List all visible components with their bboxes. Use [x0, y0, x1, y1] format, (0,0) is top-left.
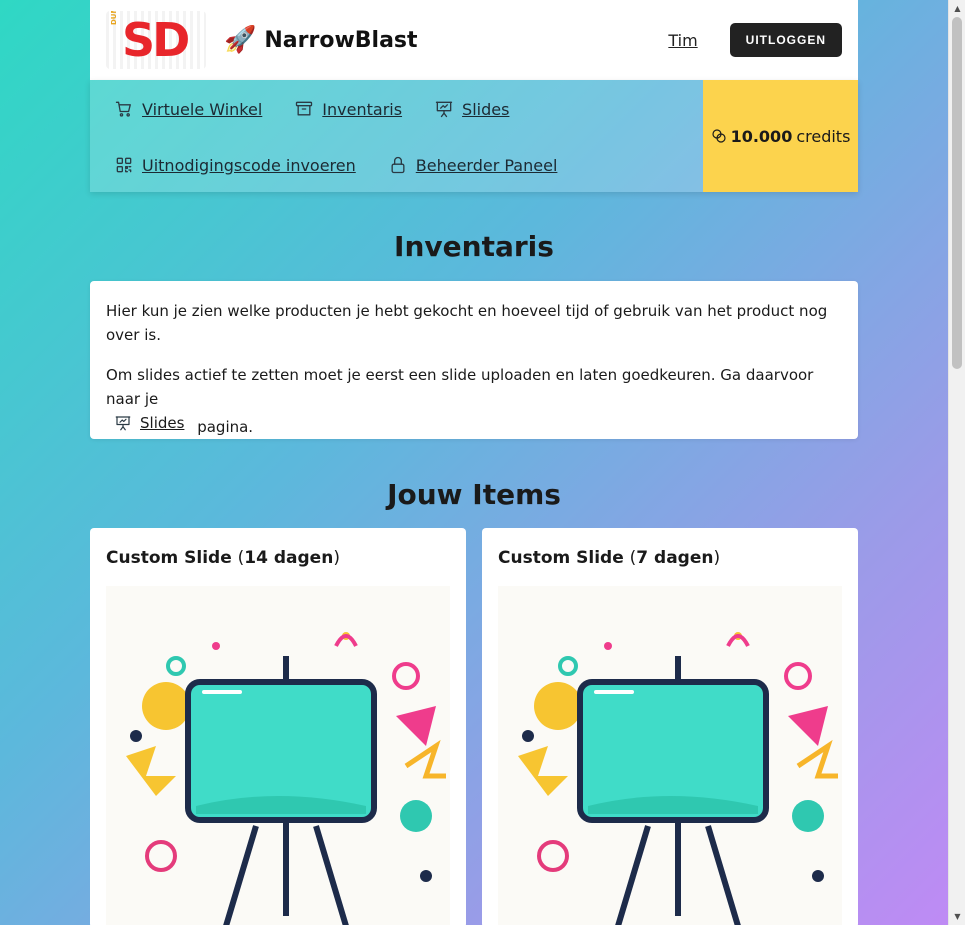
nav-item-slides[interactable]: Slides	[434, 90, 509, 128]
scrollbar-thumb[interactable]	[952, 17, 962, 369]
nav-item-label: Slides	[462, 99, 510, 119]
logo-small-text: DUMO	[110, 11, 118, 25]
sd-logo[interactable]: DUMO SD	[106, 11, 206, 69]
item-title: Custom Slide (7 dagen)	[498, 548, 842, 568]
nav-item-uitnodigingscode[interactable]: Uitnodigingscode invoeren	[114, 146, 356, 184]
easel-illustration	[518, 632, 838, 925]
nav-item-beheerder-paneel[interactable]: Beheerder Paneel	[388, 146, 558, 184]
nav-item-virtuele-winkel[interactable]: Virtuele Winkel	[114, 90, 262, 128]
credits-amount: 10.000	[730, 126, 793, 146]
item-duration: 14 dagen	[244, 548, 334, 568]
item-card[interactable]: Custom Slide (7 dagen)	[482, 528, 858, 925]
slides-link[interactable]: Slides	[114, 411, 184, 435]
presentation-icon	[115, 416, 131, 431]
scroll-up-icon[interactable]: ▲	[949, 0, 965, 17]
nav-item-label: Uitnodigingscode invoeren	[142, 155, 356, 175]
nav-item-label: Inventaris	[322, 99, 403, 119]
intro-text-2-before: Om slides actief te zetten moet je eerst…	[106, 366, 814, 408]
brand-name: NarrowBlast	[264, 27, 418, 53]
item-name: Custom Slide	[498, 548, 624, 568]
qr-code-icon	[116, 157, 132, 173]
nav-item-label: Beheerder Paneel	[415, 155, 558, 175]
top-header: DUMO SD 🚀 NarrowBlast Tim UITLOGGEN	[90, 0, 858, 80]
archive-icon	[296, 101, 313, 116]
scroll-down-icon[interactable]: ▼	[949, 908, 965, 925]
coins-icon	[711, 129, 726, 143]
item-paren-close: )	[333, 548, 340, 568]
slide-illustration	[498, 586, 842, 925]
rocket-icon: 🚀	[224, 25, 257, 55]
item-title: Custom Slide (14 dagen)	[106, 548, 450, 568]
nav-links: Virtuele Winkel Inventaris Slides Uitnod…	[90, 80, 703, 192]
user-profile-link[interactable]: Tim	[668, 31, 697, 50]
page-title: Inventaris	[394, 230, 554, 263]
main-navigation: Virtuele Winkel Inventaris Slides Uitnod…	[90, 80, 858, 192]
item-name: Custom Slide	[106, 548, 232, 568]
items-title: Jouw Items	[387, 478, 561, 511]
credits-balance: 10.000 credits	[703, 80, 858, 192]
credits-label: credits	[796, 126, 851, 146]
logo-text: SD	[122, 13, 190, 67]
brand[interactable]: 🚀 NarrowBlast	[224, 25, 418, 55]
intro-text: Hier kun je zien welke producten je hebt…	[106, 302, 828, 344]
easel-illustration	[126, 632, 446, 925]
presentation-icon	[435, 101, 453, 118]
intro-text-2-after: pagina.	[197, 418, 254, 436]
logout-button[interactable]: UITLOGGEN	[729, 23, 842, 57]
lock-icon	[391, 156, 405, 174]
item-card[interactable]: Custom Slide (14 dagen)	[90, 528, 466, 925]
cart-icon	[115, 101, 131, 117]
item-duration: 7 dagen	[636, 548, 714, 568]
slide-illustration	[106, 586, 450, 925]
nav-item-label: Virtuele Winkel	[142, 99, 263, 119]
slides-link-label: Slides	[140, 414, 185, 432]
intro-text-2: Om slides actief te zetten moet je eerst…	[106, 363, 842, 439]
scrollbar[interactable]: ▲ ▼	[948, 0, 965, 925]
item-paren-close: )	[713, 548, 721, 568]
nav-item-inventaris[interactable]: Inventaris	[294, 90, 402, 128]
info-card: Hier kun je zien welke producten je hebt…	[90, 281, 858, 439]
